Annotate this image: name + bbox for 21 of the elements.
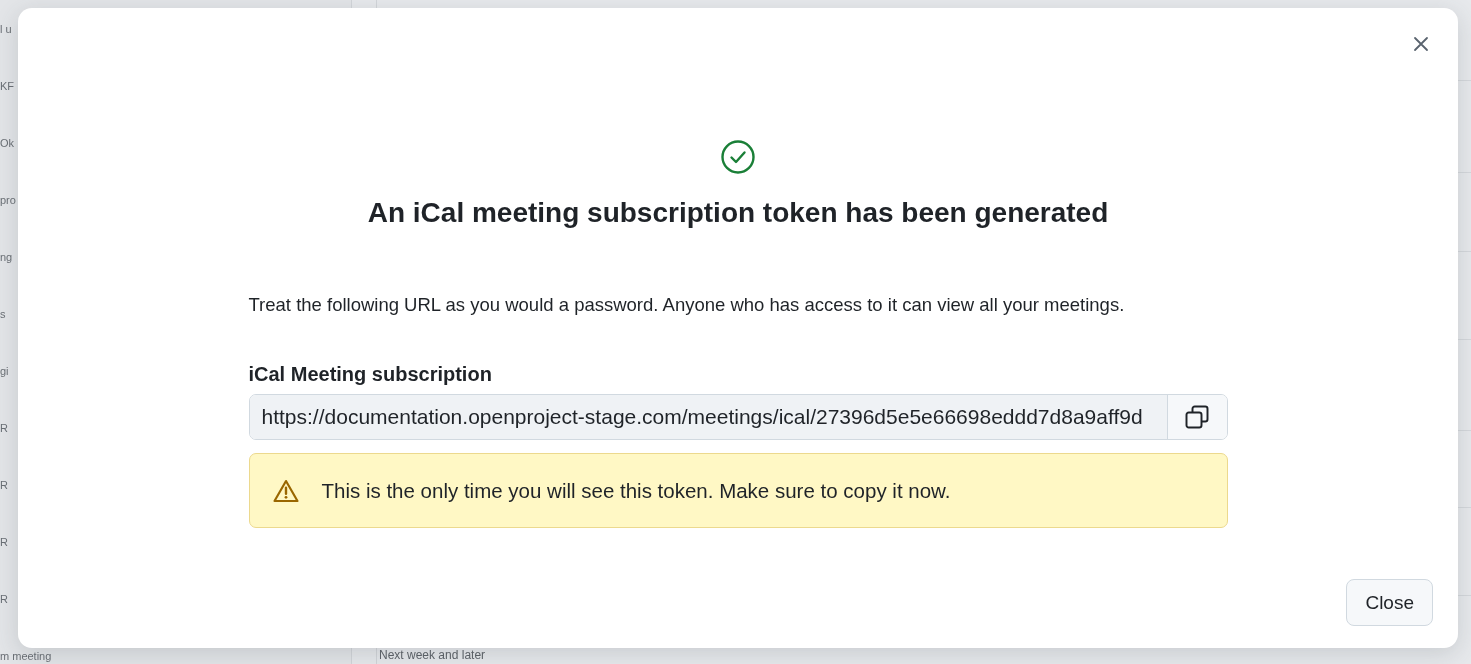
field-label: iCal Meeting subscription — [248, 362, 492, 386]
close-icon — [1413, 36, 1429, 52]
sidebar-item: gi — [0, 365, 9, 378]
sidebar-item: ng — [0, 251, 13, 264]
warning-icon — [272, 478, 299, 503]
sidebar-item: l u — [0, 23, 12, 36]
dialog-description: Treat the following URL as you would a password. Anyone who has access to it can view all your meetings. — [248, 293, 1126, 317]
warning-text: This is the only time you will see this token. Make sure to copy it now. — [321, 477, 951, 504]
sidebar-item: R — [0, 422, 8, 435]
sidebar-item: R — [0, 536, 8, 549]
close-dialog-button[interactable]: Close — [1346, 579, 1433, 626]
dialog-title: An iCal meeting subscription token has been generated — [367, 196, 1109, 230]
section-heading: Next week and later — [379, 648, 486, 662]
sidebar-item: Ok — [0, 137, 15, 150]
sidebar-item: R — [0, 479, 8, 492]
sidebar-item: s — [0, 308, 6, 321]
sidebar-item: R — [0, 593, 8, 606]
check-circle-icon — [721, 140, 755, 174]
sidebar-item: m meeting — [0, 650, 52, 663]
sidebar-item: KF — [0, 80, 15, 93]
sidebar-item: pro — [0, 194, 16, 207]
